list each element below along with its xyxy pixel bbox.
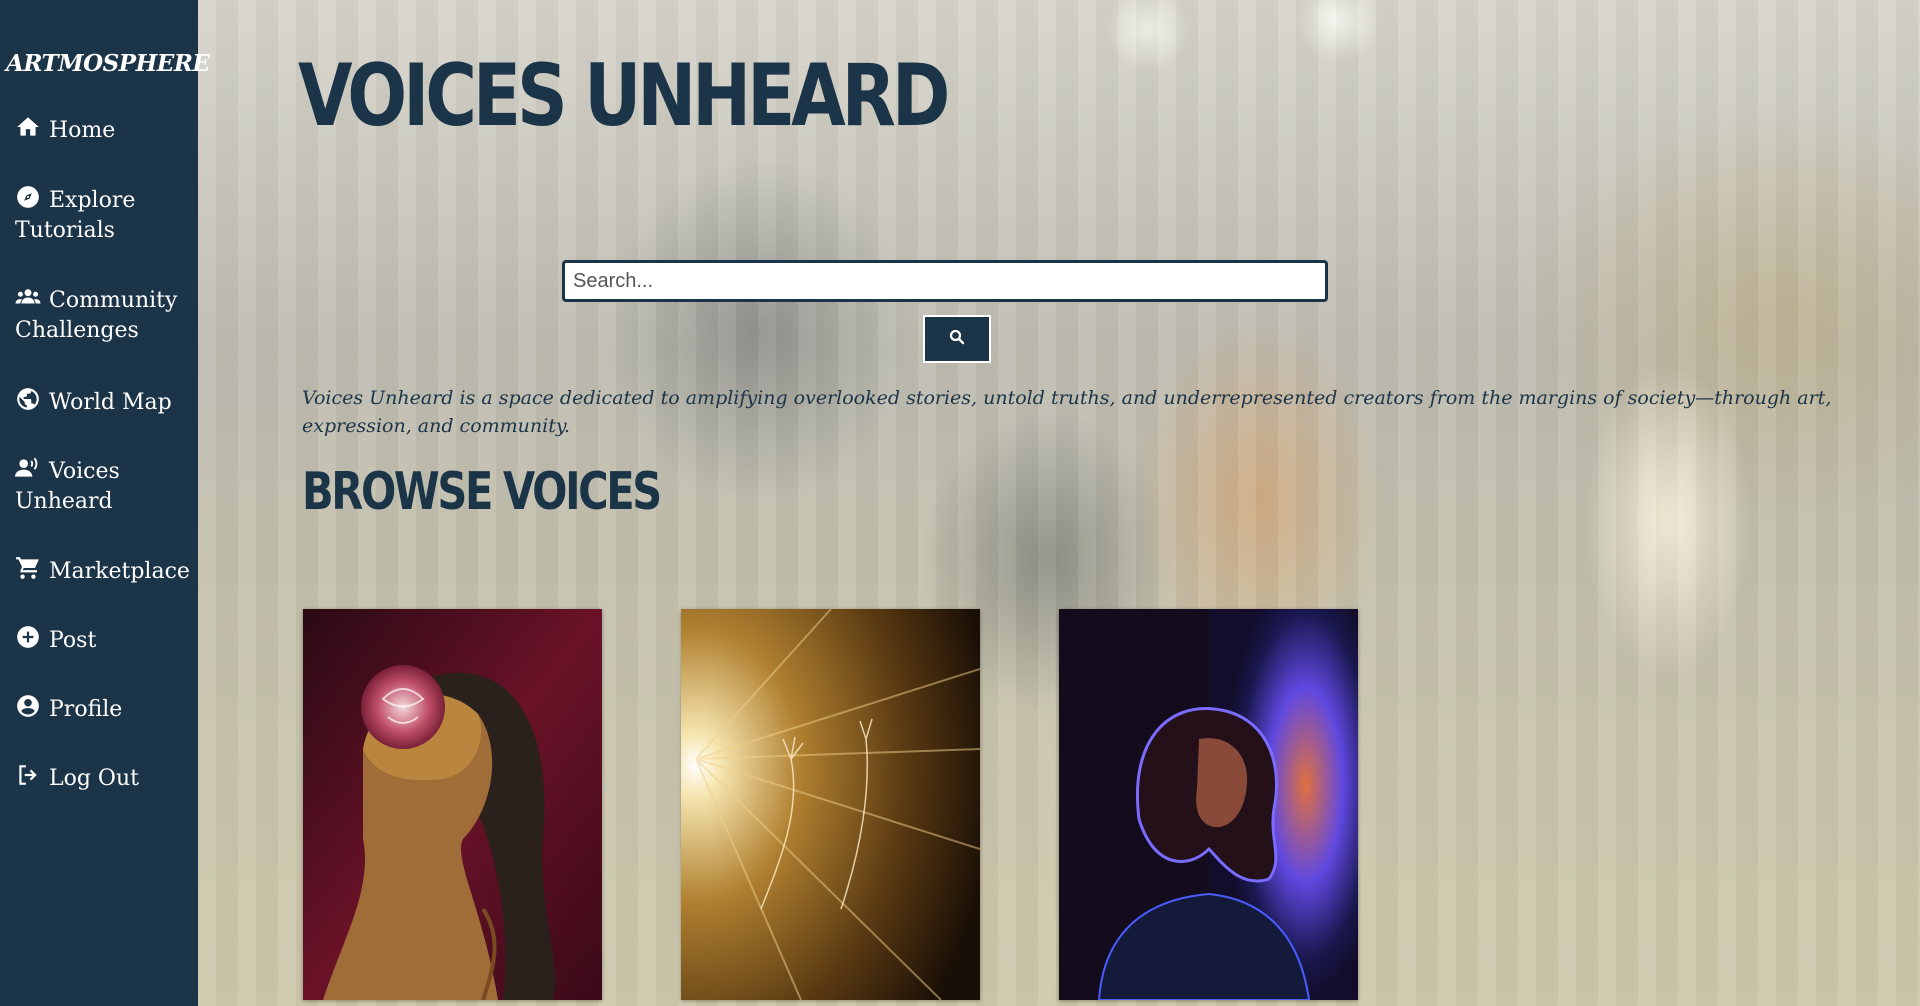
page-title: VOICES UNHEARD <box>298 46 950 146</box>
logout-icon <box>15 762 41 788</box>
sidebar-item-label: Post <box>49 628 97 653</box>
section-title-browse: BROWSE VOICES <box>302 462 662 522</box>
sidebar-item-explore-tutorials[interactable]: Explore Tutorials <box>15 184 195 246</box>
sidebar-item-label: Log Out <box>49 766 139 791</box>
sidebar: ARTMOSPHERE Home Explore Tutorials Commu… <box>0 0 210 1006</box>
page-description: Voices Unheard is a space dedicated to a… <box>302 387 1832 437</box>
artwork-card-neon-portrait[interactable] <box>1059 609 1358 1000</box>
speaking-user-icon <box>15 455 41 481</box>
main-content: VOICES UNHEARD Voices Unheard is a space… <box>198 0 1920 1006</box>
compass-icon <box>15 184 41 210</box>
sidebar-item-profile[interactable]: Profile <box>15 693 195 725</box>
sidebar-item-home[interactable]: Home <box>15 114 195 146</box>
artwork-rose-image <box>303 609 602 1000</box>
users-icon <box>15 284 41 310</box>
logo[interactable]: ARTMOSPHERE <box>6 50 210 77</box>
cart-icon <box>15 555 41 581</box>
sidebar-item-label: Marketplace <box>49 559 190 584</box>
artwork-neon-portrait-image <box>1059 609 1358 1000</box>
sidebar-item-label: Profile <box>49 697 123 722</box>
artwork-card-rose[interactable] <box>303 609 602 1000</box>
sidebar-item-voices-unheard[interactable]: Voices Unheard <box>15 455 195 517</box>
artwork-light-burst-image <box>681 609 980 1000</box>
sidebar-item-label: Home <box>49 118 116 143</box>
user-circle-icon <box>15 693 41 719</box>
sidebar-item-community-challenges[interactable]: Community Challenges <box>15 284 195 346</box>
home-icon <box>15 114 41 140</box>
search-input[interactable] <box>562 260 1328 302</box>
sidebar-item-log-out[interactable]: Log Out <box>15 762 195 794</box>
search-button[interactable] <box>923 315 991 363</box>
globe-icon <box>15 386 41 412</box>
plus-circle-icon <box>15 624 41 650</box>
sidebar-item-post[interactable]: Post <box>15 624 195 656</box>
artwork-card-light-burst[interactable] <box>681 609 980 1000</box>
sidebar-item-label: World Map <box>49 390 172 415</box>
sidebar-item-world-map[interactable]: World Map <box>15 386 195 418</box>
sidebar-item-marketplace[interactable]: Marketplace <box>15 555 195 587</box>
search-icon <box>948 328 966 350</box>
